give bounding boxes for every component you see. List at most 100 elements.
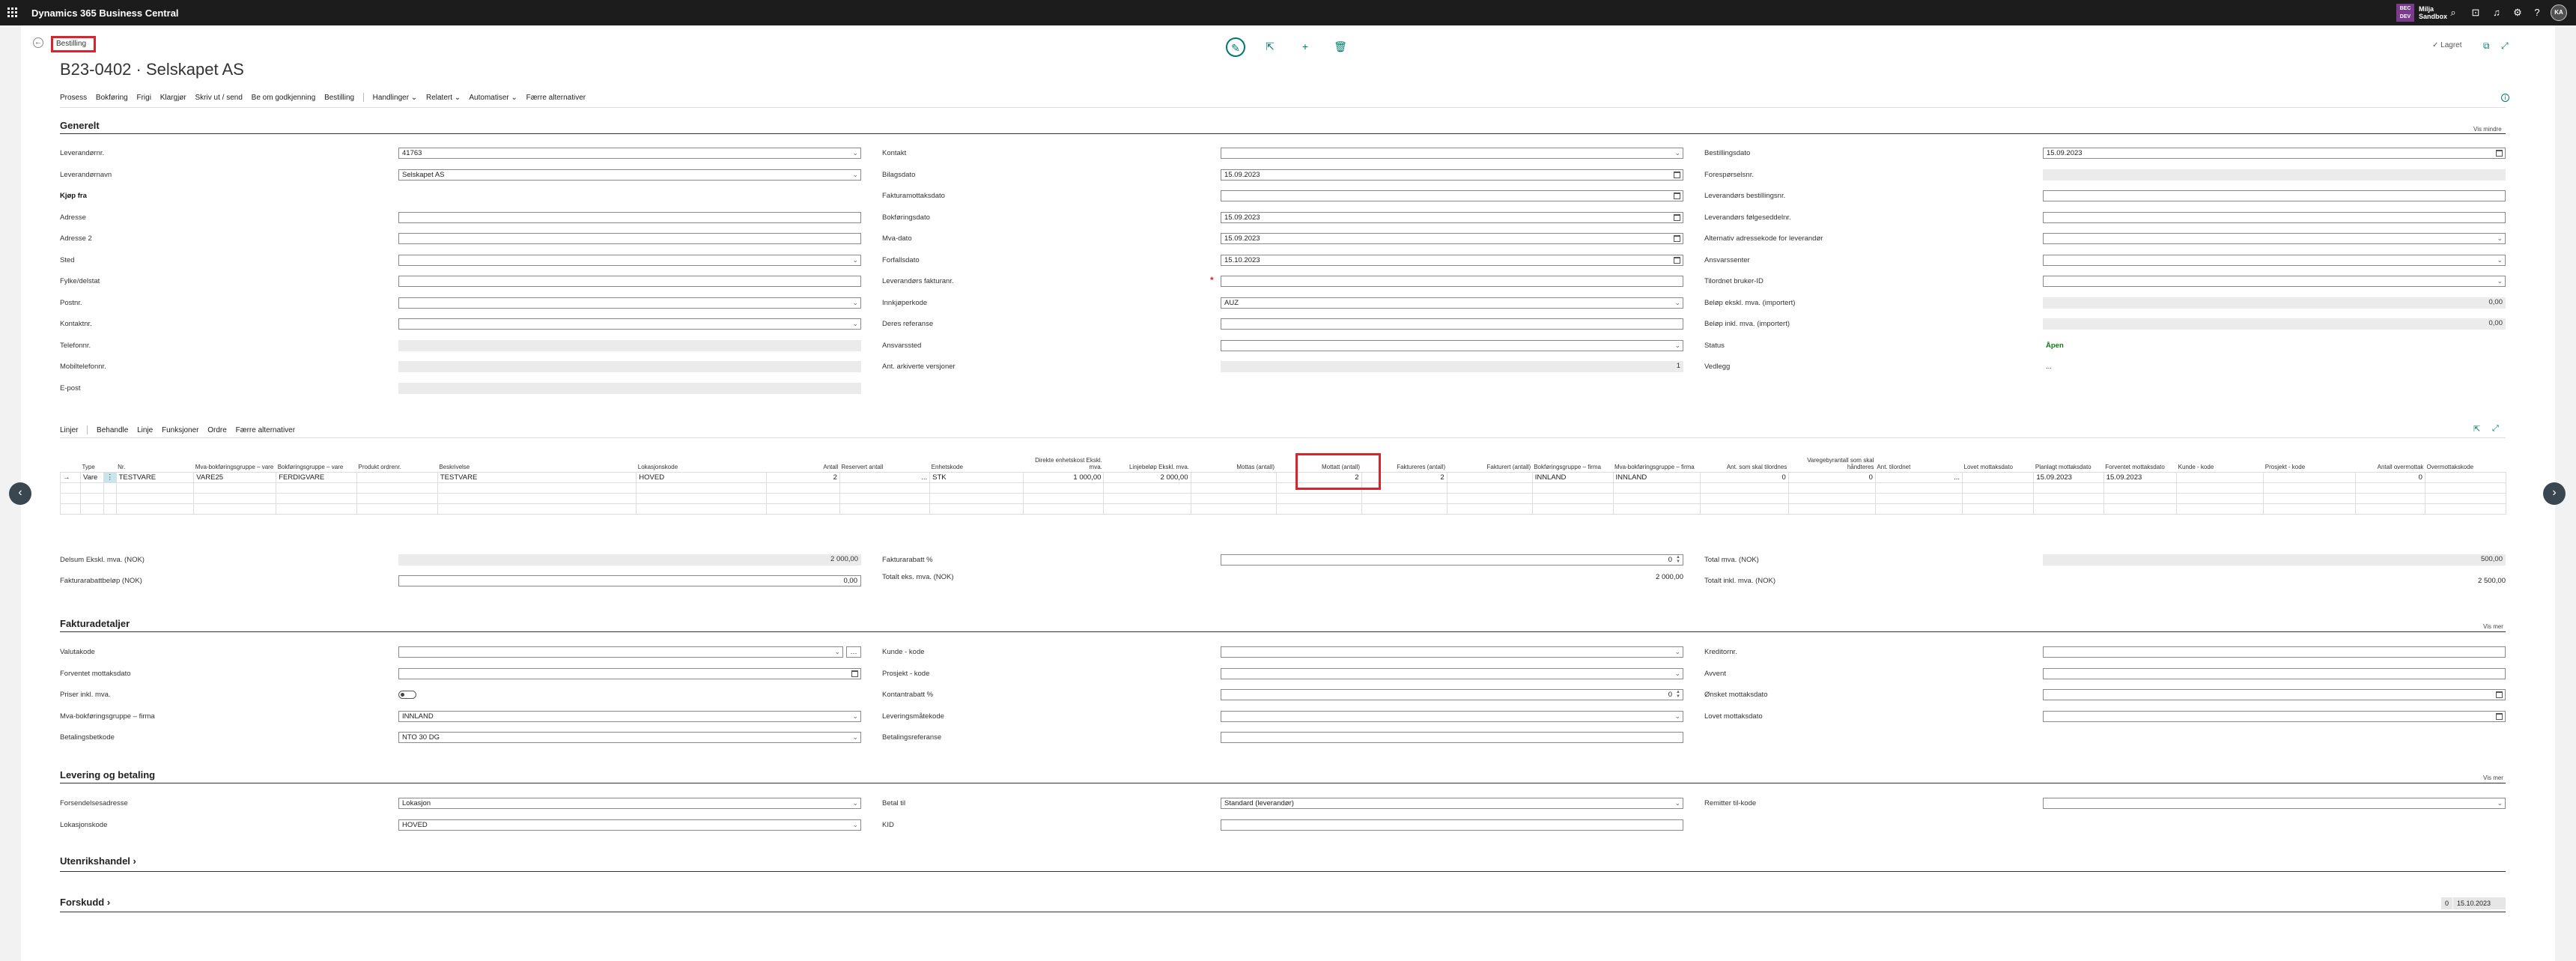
postnr-field[interactable]: ⌄	[398, 297, 861, 309]
cell-beskrivelse[interactable]	[437, 503, 637, 515]
cell-lokasjonskode[interactable]	[636, 493, 768, 504]
cell-prosjekt-kode[interactable]	[2263, 472, 2356, 483]
cell-ant-tilordnet[interactable]	[1874, 482, 1963, 494]
show-less-link[interactable]: Vis mindre	[2473, 126, 2502, 133]
fakturamottaksdato-field[interactable]	[1221, 190, 1683, 201]
cell-bokføringsgruppe-firma[interactable]	[1531, 482, 1614, 494]
cell-antall-overmottak[interactable]	[2354, 503, 2425, 515]
kontaktnr-field[interactable]: ⌄	[398, 318, 861, 330]
cell-produkt-ordrenr[interactable]	[356, 503, 438, 515]
forfallsdato-field[interactable]: 15.10.2023	[1221, 254, 1683, 266]
action-skriv-ut[interactable]: Skriv ut / send	[195, 94, 243, 102]
leverandørs-bestillingsnr-field[interactable]	[2043, 190, 2506, 201]
cell-beskrivelse[interactable]: TESTVARE	[437, 472, 637, 483]
cell-enhetskode[interactable]	[929, 493, 1024, 504]
cell-planlagt-mottaksdato[interactable]	[2033, 482, 2104, 494]
lovet-mottaksdato-field[interactable]	[2043, 710, 2506, 722]
cell-lokasjonskode[interactable]	[636, 503, 768, 515]
alternativ-adressekode-for-leverandør-field[interactable]: ⌄	[2043, 233, 2506, 244]
action-prosess[interactable]: Prosess	[60, 94, 87, 102]
cell-linjebeløp-ekskl-mva[interactable]	[1103, 503, 1191, 515]
column-header-lokasjonskode[interactable]: Lokasjonskode	[637, 457, 767, 473]
open-new-window-icon[interactable]: ⧉	[2483, 40, 2490, 52]
cell-kunde-kode[interactable]	[2176, 472, 2264, 483]
gear-icon[interactable]: ⚙	[2512, 7, 2524, 19]
column-header-bokføringsgruppe-firma[interactable]: Bokføringsgruppe – firma	[1532, 457, 1613, 473]
remitter-til-kode-field[interactable]: ⌄	[2043, 798, 2506, 809]
kid-field[interactable]	[1221, 819, 1683, 831]
cell-mottatt-antall[interactable]	[1275, 503, 1362, 515]
cell-antall-overmottak[interactable]	[2354, 493, 2425, 504]
cell-fakturert-antall[interactable]	[1446, 503, 1533, 515]
cell-type[interactable]: Vare	[79, 472, 105, 483]
chevron-down-icon[interactable]: ⌄	[1674, 712, 1680, 721]
kreditornr-field[interactable]	[2043, 646, 2506, 658]
cell-mva-bokføringsgruppe-vare[interactable]	[193, 503, 277, 515]
column-header-col2[interactable]	[104, 457, 117, 473]
cell-nr[interactable]	[115, 493, 195, 504]
cell-overmottakskode[interactable]	[2424, 472, 2506, 483]
column-header-prosjekt-kode[interactable]: Prosjekt - kode	[2264, 457, 2355, 473]
cell-direkte-enhetskost-ekskl-mva[interactable]	[1022, 503, 1105, 515]
leverandørnr-field[interactable]: 41763 ⌄	[398, 148, 861, 159]
company-name[interactable]: Milja Sandbox	[2419, 5, 2447, 20]
fylke-delstat-field[interactable]	[398, 276, 861, 287]
cell-prosjekt-kode[interactable]	[2263, 482, 2356, 494]
lookup-button[interactable]: …	[846, 646, 861, 658]
column-header-bokføringsgruppe-vare[interactable]: Bokføringsgruppe – vare	[276, 457, 357, 473]
company-logo[interactable]: BEC DEV	[2396, 4, 2414, 22]
chevron-down-icon[interactable]: ⌄	[1674, 798, 1680, 807]
cell-linjebeløp-ekskl-mva[interactable]	[1103, 482, 1191, 494]
action-relatert[interactable]: Relatert ⌄	[426, 94, 461, 102]
avvent-field[interactable]	[2043, 667, 2506, 679]
cell-mva-bokføringsgruppe-vare[interactable]	[193, 482, 277, 494]
column-header-nr[interactable]: Nr.	[116, 457, 194, 473]
column-header-lovet-mottaksdato[interactable]: Lovet mottaksdato	[1963, 457, 2034, 473]
chevron-down-icon[interactable]: ⌄	[852, 319, 858, 328]
chevron-down-icon[interactable]: ⌄	[852, 255, 858, 264]
forventet-mottaksdato-field[interactable]	[398, 667, 861, 679]
cell-antall-overmottak[interactable]: 0	[2354, 472, 2425, 483]
avatar[interactable]: KA	[2551, 4, 2567, 21]
cell-direkte-enhetskost-ekskl-mva[interactable]	[1022, 493, 1105, 504]
cell-mva-bokføringsgruppe-vare[interactable]	[193, 493, 277, 504]
priser-inkl-mva-toggle[interactable]	[398, 691, 416, 699]
search-icon[interactable]: ⌕	[2447, 7, 2459, 19]
column-header-mottas-antall[interactable]: Mottas (antall)	[1191, 457, 1276, 473]
cell-antall[interactable]	[766, 482, 840, 494]
prosjekt-kode-field[interactable]: ⌄	[1221, 667, 1683, 679]
cell-faktureres-antall[interactable]	[1361, 503, 1448, 515]
cell-mottas-antall[interactable]	[1190, 493, 1277, 504]
chevron-down-icon[interactable]: ⌄	[852, 148, 858, 157]
table-row[interactable]: → Vare ⋮ TESTVARE VARE25 FERDIGVARE TESTVARE HO…	[60, 472, 2506, 483]
betal-til-field[interactable]: Standard (leverandør) ⌄	[1221, 798, 1683, 809]
cell-planlagt-mottaksdato[interactable]: 15.09.2023	[2033, 472, 2104, 483]
chevron-down-icon[interactable]: ⌄	[852, 170, 858, 179]
column-header-fakturert-antall[interactable]: Fakturert (antall)	[1447, 457, 1532, 473]
expand-lines-icon[interactable]: ⤢	[2492, 424, 2499, 434]
action-godkjenning[interactable]: Be om godkjenning	[252, 94, 316, 102]
cell-antall[interactable]: 2	[766, 472, 840, 483]
cell-col0[interactable]	[60, 503, 81, 515]
cell-col2[interactable]	[103, 493, 117, 504]
section-levering-heading[interactable]: Levering og betaling	[60, 769, 155, 780]
cell-lovet-mottaksdato[interactable]	[1962, 482, 2035, 494]
lines-tab-ordre[interactable]: Ordre	[207, 426, 227, 434]
previous-record-button[interactable]: ‹	[9, 482, 31, 505]
chevron-down-icon[interactable]: ⌄	[1674, 341, 1680, 350]
action-klargjor[interactable]: Klargjør	[160, 94, 186, 102]
deres-referanse-field[interactable]	[1221, 318, 1683, 330]
info-icon[interactable]: i	[2501, 94, 2509, 102]
cell-bokføringsgruppe-firma[interactable]	[1531, 503, 1614, 515]
cell-nr[interactable]	[115, 503, 195, 515]
kunde-kode-field[interactable]: ⌄	[1221, 646, 1683, 658]
table-row[interactable]	[60, 503, 2506, 515]
betalingsreferanse-field[interactable]	[1221, 732, 1683, 743]
chevron-down-icon[interactable]: ⌄	[852, 733, 858, 742]
cell-produkt-ordrenr[interactable]	[356, 493, 438, 504]
bokføringsdato-field[interactable]: 15.09.2023	[1221, 211, 1683, 223]
show-more-link[interactable]: Vis mer	[2483, 774, 2503, 781]
cell-fakturert-antall[interactable]	[1446, 472, 1533, 483]
calendar-icon[interactable]	[2496, 691, 2503, 698]
cell-col2[interactable]: ⋮	[103, 472, 117, 483]
